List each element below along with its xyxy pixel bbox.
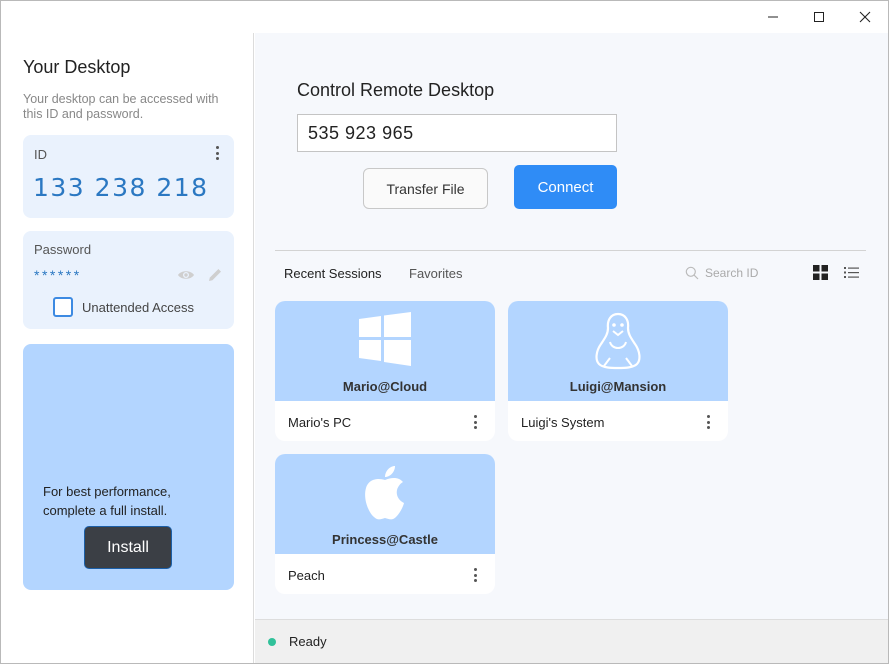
session-preview: Princess@Castle (275, 454, 495, 554)
status-indicator-icon (268, 638, 276, 646)
apple-icon (365, 466, 404, 520)
windows-icon (359, 312, 411, 366)
remote-id-input[interactable]: 535 923 965 (297, 114, 617, 152)
maximize-button[interactable] (796, 1, 842, 33)
password-card: Password ****** Unattended Access (23, 231, 234, 329)
session-name: Mario's PC (288, 415, 352, 430)
app-window: Your Desktop Your desktop can be accesse… (0, 0, 889, 664)
search-id-input[interactable]: Search ID (683, 262, 801, 284)
search-placeholder: Search ID (705, 266, 759, 280)
search-icon (685, 266, 699, 280)
session-menu-button[interactable] (468, 567, 482, 583)
session-preview: Luigi@Mansion (508, 301, 728, 401)
connect-button[interactable]: Connect (514, 165, 617, 209)
session-menu-button[interactable] (468, 414, 482, 430)
status-bar: Ready (255, 619, 888, 663)
unattended-access-toggle[interactable]: Unattended Access (53, 297, 194, 317)
install-message: For best performance, complete a full in… (43, 484, 171, 518)
unattended-access-label: Unattended Access (82, 299, 195, 315)
your-desktop-description: Your desktop can be accessed with this I… (23, 92, 219, 121)
your-desktop-panel: Your Desktop Your desktop can be accesse… (1, 33, 254, 663)
more-vertical-icon (706, 415, 710, 418)
session-host: Princess@Castle (332, 532, 438, 547)
grid-view-button[interactable] (813, 265, 828, 285)
eye-icon (178, 271, 194, 279)
show-password-button[interactable] (177, 268, 195, 286)
session-card[interactable]: Princess@Castle Peach (275, 454, 495, 594)
control-panel: Control Remote Desktop 535 923 965 Trans… (255, 33, 888, 619)
session-host: Mario@Cloud (342, 379, 428, 394)
password-value: ****** (34, 267, 82, 283)
session-name: Peach (288, 568, 325, 583)
control-remote-title: Control Remote Desktop (297, 80, 495, 100)
unattended-access-checkbox[interactable] (53, 297, 73, 317)
tab-favorites[interactable]: Favorites (409, 266, 462, 281)
minimize-icon (768, 16, 778, 18)
id-menu-button[interactable] (210, 144, 224, 162)
session-card[interactable]: Mario@Cloud Mario's PC (275, 301, 495, 441)
tab-recent-sessions[interactable]: Recent Sessions (284, 266, 382, 281)
title-bar (1, 1, 888, 33)
id-value: 133 238 218 (33, 173, 209, 202)
list-view-icon (844, 267, 859, 278)
close-icon (859, 11, 871, 23)
more-vertical-icon (473, 415, 477, 418)
session-host: Luigi@Mansion (569, 379, 667, 394)
password-label: Password (34, 242, 92, 257)
minimize-button[interactable] (750, 1, 796, 33)
maximize-icon (814, 12, 824, 22)
your-desktop-title: Your Desktop (23, 57, 131, 77)
list-view-button[interactable] (844, 265, 859, 285)
close-button[interactable] (842, 1, 888, 33)
grid-view-icon (813, 265, 828, 280)
section-divider (275, 250, 866, 251)
install-card: For best performance, complete a full in… (23, 344, 234, 590)
transfer-file-button[interactable]: Transfer File (363, 168, 488, 209)
pencil-icon (209, 269, 221, 281)
edit-password-button[interactable] (206, 266, 224, 289)
linux-icon (595, 312, 641, 370)
session-preview: Mario@Cloud (275, 301, 495, 401)
session-name: Luigi's System (521, 415, 605, 430)
session-menu-button[interactable] (701, 414, 715, 430)
session-card[interactable]: Luigi@Mansion Luigi's System (508, 301, 728, 441)
more-vertical-icon (215, 146, 219, 149)
status-text: Ready (289, 634, 327, 649)
install-button[interactable]: Install (84, 526, 172, 569)
more-vertical-icon (473, 568, 477, 571)
id-label: ID (34, 147, 47, 162)
id-card: ID 133 238 218 (23, 135, 234, 218)
